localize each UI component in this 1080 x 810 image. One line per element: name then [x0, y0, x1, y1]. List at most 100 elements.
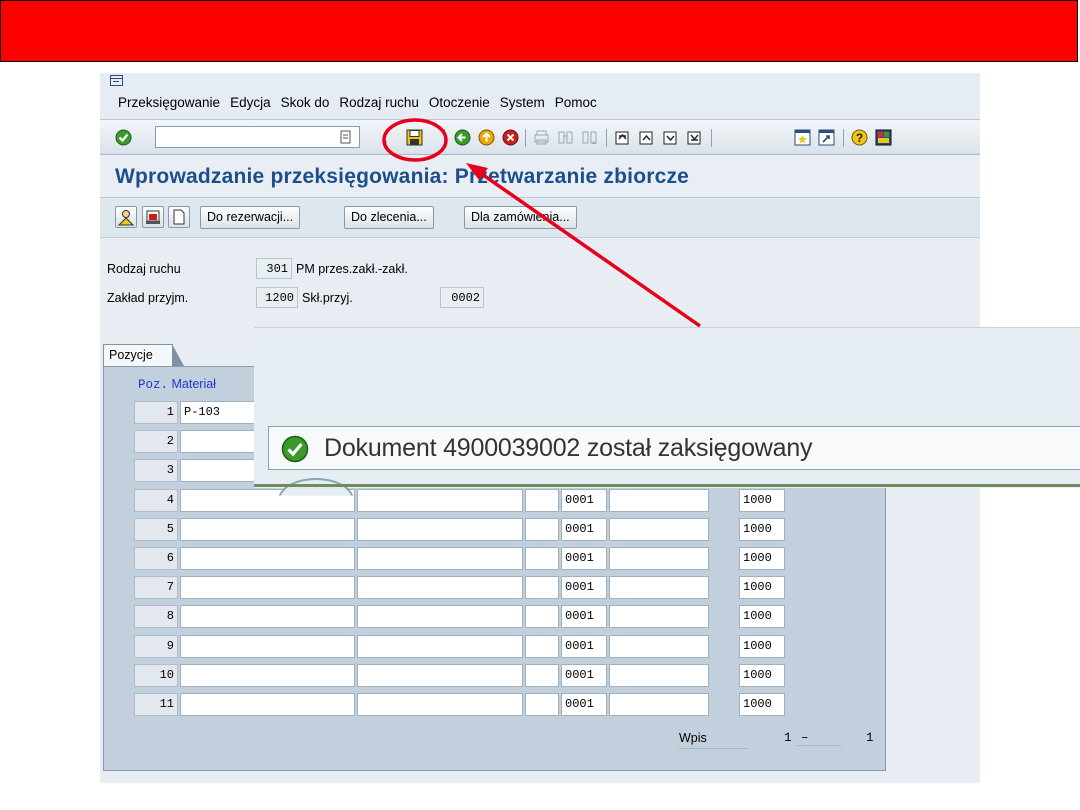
quantity-cell[interactable] [609, 547, 709, 570]
storage-location-cell[interactable]: 0001 [561, 605, 607, 629]
movement-type-field[interactable]: 301 [256, 258, 292, 279]
last-page-icon[interactable] [686, 129, 703, 146]
save-icon[interactable] [406, 129, 423, 146]
plant-cell[interactable] [357, 605, 523, 629]
receiving-plant-cell[interactable]: 1000 [739, 576, 785, 600]
storage-location-cell[interactable]: 0001 [561, 488, 607, 512]
first-page-icon[interactable] [614, 129, 631, 146]
wpis-label: Wpis [679, 731, 747, 749]
plant-cell[interactable] [357, 576, 523, 600]
receiving-plant-cell[interactable]: 1000 [739, 605, 785, 629]
shortcut-icon[interactable] [818, 129, 835, 146]
status-message: Dokument 4900039002 został zaksięgowany [324, 434, 813, 462]
quantity-cell[interactable] [609, 517, 709, 541]
plant-cell[interactable] [357, 634, 523, 658]
plant-cell[interactable] [357, 488, 523, 512]
exit-icon[interactable] [478, 129, 495, 146]
person-icon [117, 210, 135, 226]
document-icon [173, 209, 185, 225]
storage-location-cell[interactable]: 0001 [561, 547, 607, 570]
material-cell[interactable] [180, 693, 355, 716]
person-button[interactable] [115, 206, 137, 228]
menu-pomoc[interactable]: Pomoc [555, 95, 597, 110]
poz-cell: 9 [134, 634, 178, 658]
next-page-icon[interactable] [662, 129, 679, 146]
command-field[interactable] [155, 126, 360, 148]
receiving-plant-cell[interactable]: 1000 [739, 634, 785, 658]
wpis-total: 1 [866, 731, 874, 745]
quantity-cell[interactable] [609, 576, 709, 600]
do-zlecenia-button[interactable]: Do zlecenia... [344, 206, 434, 229]
material-cell[interactable] [180, 576, 355, 600]
menu-icon[interactable] [110, 75, 124, 87]
new-document-button[interactable] [168, 206, 190, 228]
poz-cell: 1 [134, 401, 178, 424]
material-cell[interactable] [180, 663, 355, 687]
menu-skok-do[interactable]: Skok do [281, 95, 330, 110]
receiving-plant-cell[interactable]: 1000 [739, 517, 785, 541]
batch-cell[interactable] [525, 517, 559, 541]
dla-zamowienia-button[interactable]: Dla zamówienia... [464, 206, 577, 229]
material-cell[interactable] [180, 517, 355, 541]
help-icon[interactable]: ? [851, 129, 868, 146]
new-session-icon[interactable] [794, 129, 811, 146]
plant-label: Zakład przyjm. [107, 291, 189, 305]
command-history-icon[interactable] [340, 130, 351, 144]
receiving-plant-cell[interactable]: 1000 [739, 663, 785, 687]
menu-rodzaj-ruchu[interactable]: Rodzaj ruchu [339, 95, 419, 110]
storage-field[interactable]: 0002 [440, 287, 484, 308]
cancel-icon[interactable] [502, 129, 519, 146]
plant-cell[interactable] [357, 693, 523, 716]
batch-cell[interactable] [525, 663, 559, 687]
hold-button[interactable] [142, 206, 164, 228]
quantity-cell[interactable] [609, 663, 709, 687]
plant-field[interactable]: 1200 [256, 287, 298, 308]
table-header: Poz. Materiał [138, 377, 216, 392]
material-cell[interactable] [180, 634, 355, 658]
layout-icon[interactable] [875, 129, 892, 146]
menu-otoczenie[interactable]: Otoczenie [429, 95, 490, 110]
back-icon[interactable] [454, 129, 471, 146]
print-icon [534, 130, 549, 145]
receiving-plant-cell[interactable]: 1000 [739, 488, 785, 512]
column-material[interactable]: Materiał [172, 377, 216, 391]
plant-cell[interactable] [357, 547, 523, 570]
plant-cell[interactable] [357, 517, 523, 541]
wpis-dash: – [797, 731, 841, 746]
batch-cell[interactable] [525, 634, 559, 658]
quantity-cell[interactable] [609, 634, 709, 658]
menu-bar: Przeksięgowanie Edycja Skok do Rodzaj ru… [100, 73, 980, 119]
batch-cell[interactable] [525, 547, 559, 570]
storage-location-cell[interactable]: 0001 [561, 663, 607, 687]
material-cell[interactable] [180, 547, 355, 570]
quantity-cell[interactable] [609, 693, 709, 716]
storage-location-cell[interactable]: 0001 [561, 517, 607, 541]
menu-edycja[interactable]: Edycja [230, 95, 271, 110]
batch-cell[interactable] [525, 605, 559, 629]
red-banner [0, 0, 1078, 62]
batch-cell[interactable] [525, 488, 559, 512]
storage-location-cell[interactable]: 0001 [561, 693, 607, 716]
menu-system[interactable]: System [500, 95, 545, 110]
previous-page-icon[interactable] [638, 129, 655, 146]
batch-cell[interactable] [525, 576, 559, 600]
do-rezerwacji-button[interactable]: Do rezerwacji... [200, 206, 301, 229]
quantity-cell[interactable] [609, 488, 709, 512]
material-cell[interactable] [180, 605, 355, 629]
svg-text:?: ? [856, 131, 863, 145]
plant-cell[interactable] [357, 663, 523, 687]
storage-location-cell[interactable]: 0001 [561, 576, 607, 600]
quantity-cell[interactable] [609, 605, 709, 629]
column-poz[interactable]: Poz. [138, 378, 168, 392]
menu-items: Przeksięgowanie Edycja Skok do Rodzaj ru… [118, 95, 597, 110]
hold-icon [146, 210, 160, 224]
receiving-plant-cell[interactable]: 1000 [739, 693, 785, 716]
receiving-plant-cell[interactable]: 1000 [739, 547, 785, 570]
tab-pozycje[interactable]: Pozycje [103, 344, 184, 366]
batch-cell[interactable] [525, 693, 559, 716]
poz-cell: 10 [134, 663, 178, 687]
storage-location-cell[interactable]: 0001 [561, 634, 607, 658]
menu-przeksiegowanie[interactable]: Przeksięgowanie [118, 95, 220, 110]
standard-toolbar: ? [100, 119, 980, 155]
enter-icon[interactable] [115, 129, 132, 146]
